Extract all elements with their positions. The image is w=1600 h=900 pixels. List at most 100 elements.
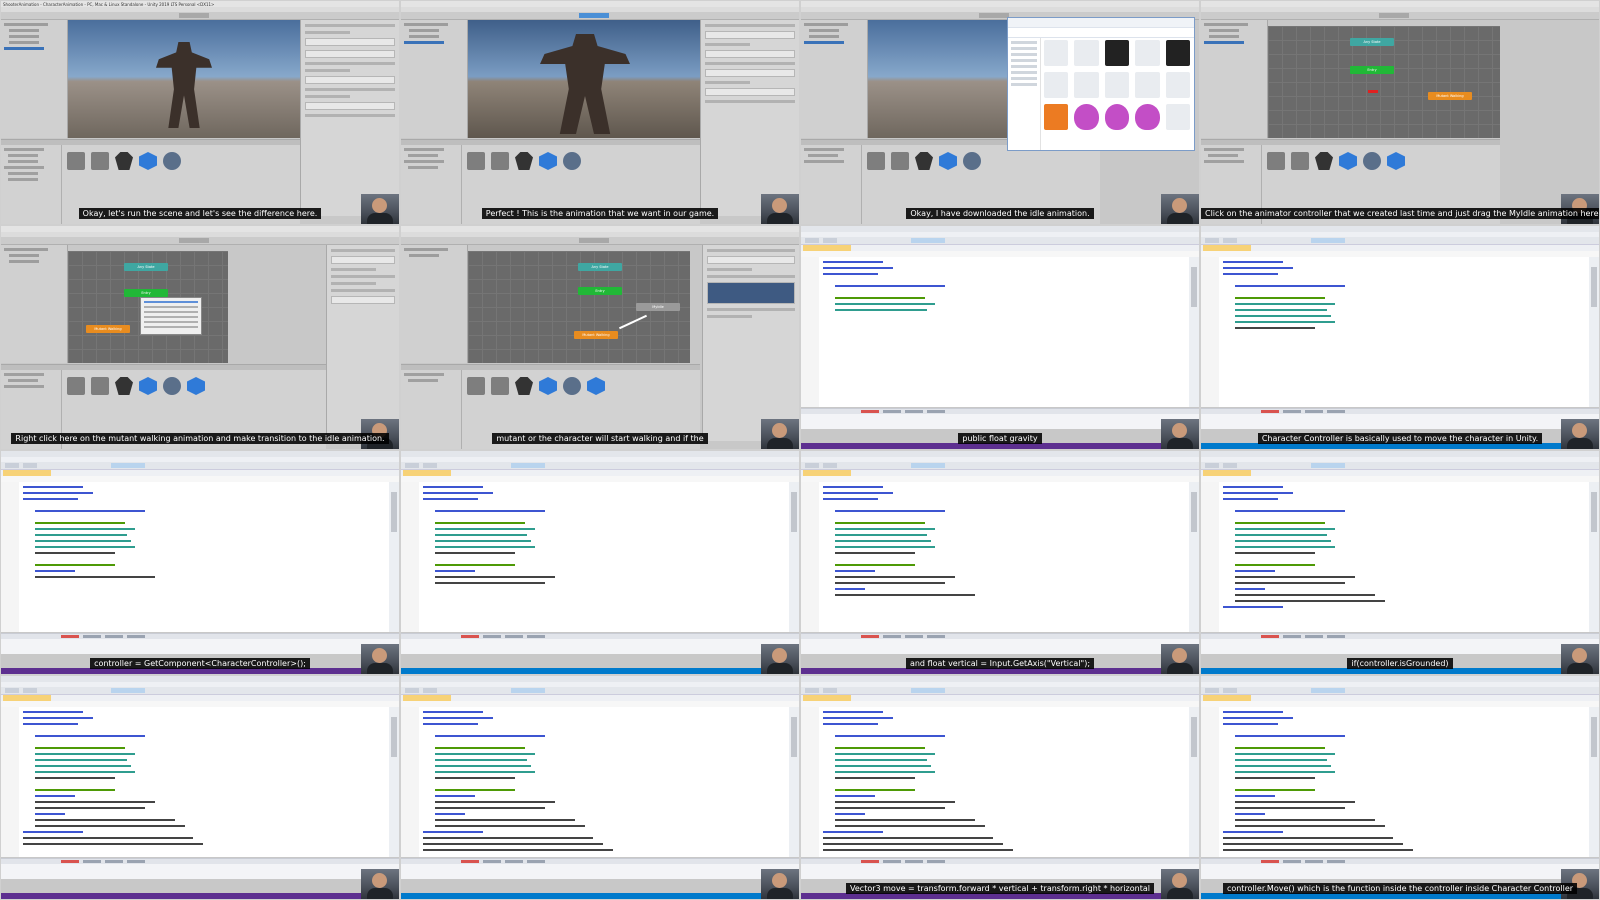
hierarchy-panel[interactable] [1,245,68,363]
editor-tab[interactable] [1201,245,1599,251]
toolbar-button[interactable] [805,688,819,693]
scrollbar[interactable] [1589,482,1599,632]
play-button[interactable] [179,13,209,18]
any-state-node[interactable]: Any State [124,263,168,271]
animation-clip-icon[interactable] [163,152,181,170]
play-button[interactable] [579,13,609,18]
scrollbar[interactable] [389,707,399,857]
file-thumbnail[interactable] [1104,104,1130,130]
scrollbar[interactable] [1189,257,1199,407]
error-list-panel[interactable] [401,858,799,879]
scrollbar[interactable] [1589,707,1599,857]
file-thumbnail[interactable] [1165,72,1190,98]
hierarchy-panel[interactable] [1201,20,1268,138]
editor-tab[interactable] [801,470,1199,476]
entry-node[interactable]: Entry [1350,66,1394,74]
file-thumbnail[interactable] [1135,72,1160,98]
any-state-node[interactable]: Any State [1350,38,1394,46]
toolbar-button[interactable] [405,688,419,693]
idle-node[interactable]: MyIdle [636,303,680,311]
any-state-node[interactable]: Any State [578,263,622,271]
error-list-panel[interactable] [401,633,799,654]
attach-to-unity-button[interactable] [1311,688,1345,693]
toolbar-button[interactable] [5,463,19,468]
file-explorer-window[interactable] [1007,17,1195,151]
mutant-character[interactable] [156,42,212,128]
file-thumbnail[interactable] [1104,40,1130,66]
editor-tab[interactable] [1,470,399,476]
code-editor[interactable] [1201,707,1589,857]
hierarchy-panel[interactable] [801,20,868,138]
editor-tab[interactable] [801,245,1199,251]
mesh-asset-icon[interactable] [115,152,133,170]
mutant-walking-node[interactable]: Mutant Walking [574,331,618,339]
code-editor[interactable] [1,707,389,857]
attach-to-unity-button[interactable] [911,238,945,243]
hierarchy-panel[interactable] [401,245,468,363]
attach-to-unity-button[interactable] [1311,238,1345,243]
toolbar-button[interactable] [405,463,419,468]
transition-arrow[interactable] [618,314,648,330]
file-thumbnail[interactable] [1074,104,1099,130]
file-thumbnail[interactable] [1044,72,1069,98]
toolbar-button[interactable] [823,688,837,693]
prefab-icon[interactable] [139,152,157,170]
file-thumbnail[interactable] [1044,40,1069,66]
attach-to-unity-button[interactable] [911,688,945,693]
scrollbar[interactable] [1189,707,1199,857]
toolbar-button[interactable] [823,463,837,468]
attach-to-unity-button[interactable] [111,463,145,468]
attach-to-unity-button[interactable] [111,688,145,693]
animator-graph[interactable]: Any State Entry Mutant Walking MyIdle [468,251,690,363]
toolbar-button[interactable] [423,463,437,468]
scene-view[interactable] [68,20,300,138]
code-editor[interactable] [801,707,1189,857]
toolbar-button[interactable] [5,688,19,693]
code-editor[interactable] [1201,257,1589,407]
hierarchy-panel[interactable] [401,20,468,138]
entry-node[interactable]: Entry [578,287,622,295]
code-editor[interactable] [1,482,389,632]
animator-graph[interactable]: Any State Entry Mutant Walking [68,251,228,363]
scrollbar[interactable] [789,482,799,632]
inspector-panel[interactable] [700,20,799,216]
toolbar-button[interactable] [23,688,37,693]
attach-to-unity-button[interactable] [911,463,945,468]
toolbar-button[interactable] [423,688,437,693]
toolbar-button[interactable] [1205,688,1219,693]
toolbar-button[interactable] [1223,688,1237,693]
file-thumbnail[interactable] [1165,40,1190,66]
code-editor[interactable] [401,482,789,632]
editor-tab[interactable] [1,695,399,701]
toolbar-button[interactable] [1205,463,1219,468]
file-thumbnail[interactable] [1135,104,1160,130]
code-editor[interactable] [1201,482,1589,632]
toolbar-button[interactable] [805,238,819,243]
file-thumbnail[interactable] [1074,72,1099,98]
scrollbar[interactable] [389,482,399,632]
animator-graph[interactable]: Any State Entry Mutant Walking [1268,26,1500,138]
mutant-character[interactable] [540,34,630,134]
folder-icon[interactable] [67,152,85,170]
context-menu[interactable] [140,297,202,335]
file-thumbnail[interactable] [1074,40,1099,66]
editor-tab[interactable] [1201,695,1599,701]
editor-tab[interactable] [801,695,1199,701]
toolbar-button[interactable] [823,238,837,243]
file-thumbnail[interactable] [1104,72,1130,98]
inspector-panel[interactable] [300,20,399,216]
code-editor[interactable] [801,482,1189,632]
hierarchy-panel[interactable] [1,20,68,138]
editor-tab[interactable] [1201,470,1599,476]
scrollbar[interactable] [789,707,799,857]
scrollbar[interactable] [1589,257,1599,407]
file-thumbnail[interactable] [1044,104,1069,130]
attach-to-unity-button[interactable] [511,688,545,693]
toolbar-button[interactable] [1223,238,1237,243]
editor-tab[interactable] [401,470,799,476]
entry-node[interactable]: Entry [124,289,168,297]
transition-inspector[interactable] [702,245,799,441]
scrollbar[interactable] [1189,482,1199,632]
file-thumbnail[interactable] [1135,40,1160,66]
file-thumbnail[interactable] [1165,104,1190,130]
